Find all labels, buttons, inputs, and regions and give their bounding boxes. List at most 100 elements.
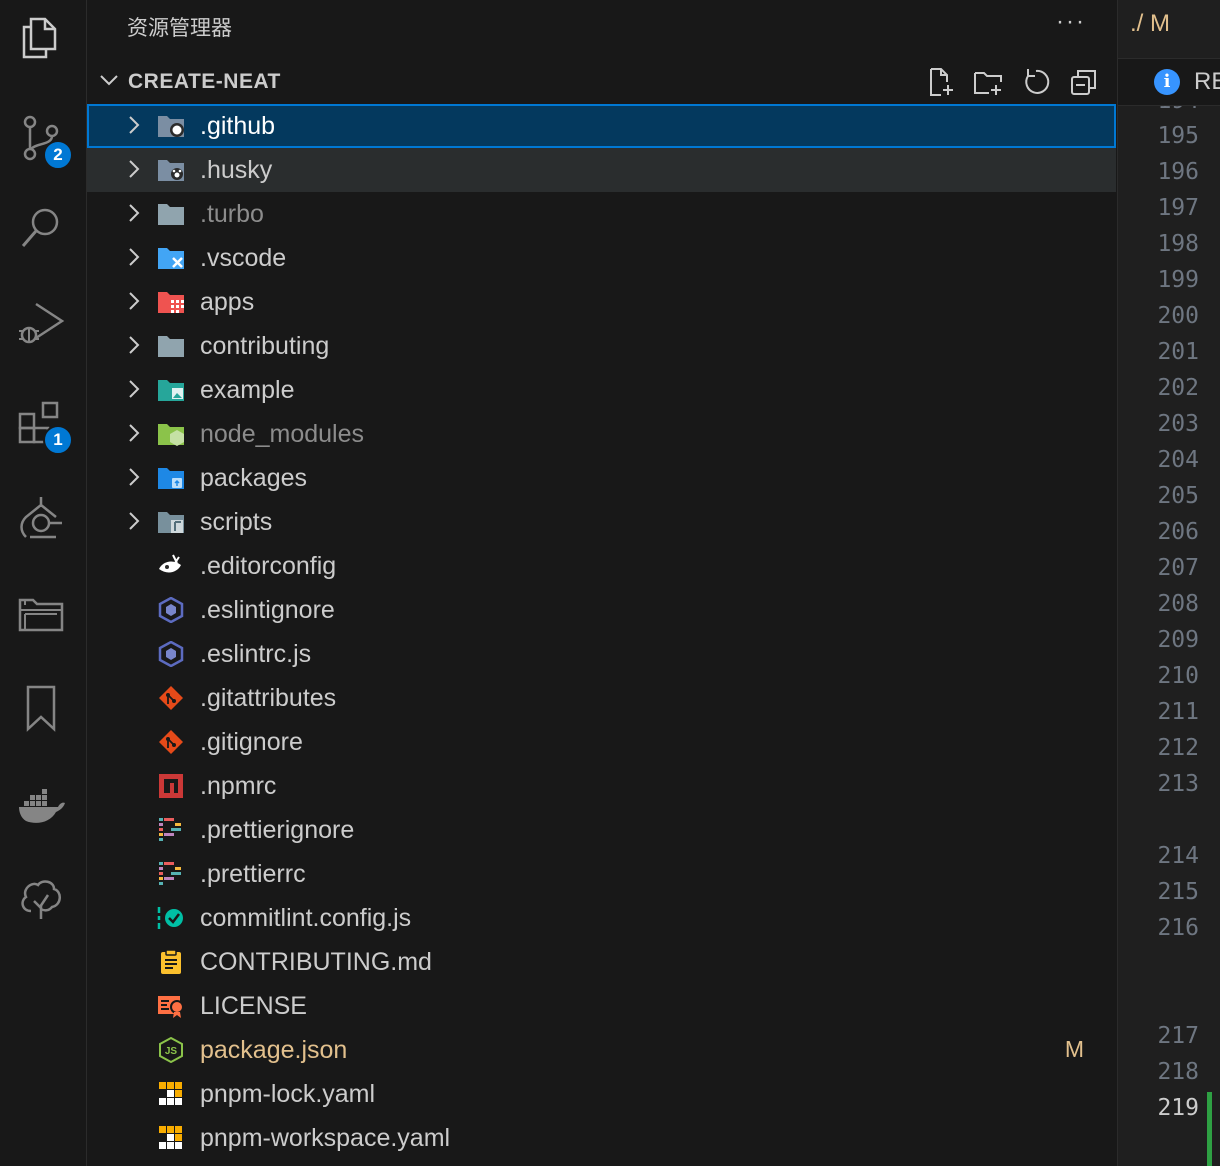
line-number: 202 bbox=[1157, 375, 1199, 401]
tree-folder[interactable]: .turbo bbox=[87, 192, 1116, 236]
tree-icon[interactable] bbox=[13, 872, 69, 928]
tree-folder[interactable]: apps bbox=[87, 280, 1116, 324]
contributing-icon bbox=[157, 949, 185, 975]
tree-item-label: .gitignore bbox=[200, 728, 303, 756]
chevron-right-icon[interactable] bbox=[123, 466, 145, 488]
tree-file[interactable]: .editorconfig bbox=[87, 544, 1116, 588]
source-control-icon[interactable]: 2 bbox=[13, 110, 73, 170]
tree-file[interactable]: pnpm-workspace.yaml bbox=[87, 1116, 1116, 1160]
tree-folder[interactable]: scripts bbox=[87, 500, 1116, 544]
chevron-right-icon[interactable] bbox=[123, 290, 145, 312]
tree-item-label: node_modules bbox=[200, 420, 365, 448]
gitlens-icon[interactable] bbox=[13, 490, 69, 546]
new-file-icon[interactable] bbox=[922, 64, 958, 100]
run-debug-icon[interactable] bbox=[13, 295, 69, 351]
line-number: 196 bbox=[1157, 159, 1199, 185]
tree-file[interactable]: CONTRIBUTING.md bbox=[87, 940, 1116, 984]
new-folder-icon[interactable] bbox=[970, 64, 1006, 100]
line-number: 210 bbox=[1157, 663, 1199, 689]
chevron-right-icon[interactable] bbox=[123, 422, 145, 444]
explorer-sidebar: 资源管理器 ··· CREATE-NEAT .github .husky .turb… bbox=[87, 0, 1116, 1166]
tree-folder[interactable]: contributing bbox=[87, 324, 1116, 368]
tree-item-label: example bbox=[200, 376, 295, 404]
search-icon[interactable] bbox=[13, 200, 69, 256]
line-number: 219 bbox=[1157, 1095, 1199, 1121]
modified-badge: M bbox=[1064, 1036, 1084, 1062]
tree-file[interactable]: .eslintignore bbox=[87, 588, 1116, 632]
chevron-right-icon[interactable] bbox=[123, 158, 145, 180]
tree-file[interactable]: .gitignore bbox=[87, 720, 1116, 764]
chevron-right-icon[interactable] bbox=[123, 378, 145, 400]
line-number: 218 bbox=[1157, 1059, 1199, 1085]
folder-scripts-icon bbox=[157, 509, 185, 535]
chevron-right-icon[interactable] bbox=[123, 202, 145, 224]
prettier-icon bbox=[157, 817, 185, 843]
tree-folder[interactable]: .husky bbox=[87, 148, 1116, 192]
project-manager-icon[interactable] bbox=[13, 585, 69, 641]
tree-folder[interactable]: example bbox=[87, 368, 1116, 412]
editorconfig-icon bbox=[157, 553, 185, 579]
workspace-header[interactable]: CREATE-NEAT bbox=[87, 60, 1116, 104]
docker-icon[interactable] bbox=[13, 778, 69, 834]
tree-item-label: LICENSE bbox=[200, 992, 307, 1020]
tree-folder[interactable]: .github bbox=[87, 104, 1116, 148]
folder-icon bbox=[157, 333, 185, 359]
folder-node-icon bbox=[157, 421, 185, 447]
tree-folder[interactable]: packages bbox=[87, 456, 1116, 500]
tree-folder[interactable]: .vscode bbox=[87, 236, 1116, 280]
tree-file[interactable]: commitlint.config.js bbox=[87, 896, 1116, 940]
tree-file[interactable]: .npmrc bbox=[87, 764, 1116, 808]
line-number: 204 bbox=[1157, 447, 1199, 473]
nodejs-icon: JS bbox=[157, 1036, 185, 1064]
tree-file[interactable]: .prettierrc bbox=[87, 852, 1116, 896]
tree-item-label: contributing bbox=[200, 332, 330, 360]
folder-example-icon bbox=[157, 377, 185, 403]
npm-icon bbox=[157, 773, 185, 799]
line-number: 203 bbox=[1157, 411, 1199, 437]
line-number: 211 bbox=[1157, 699, 1199, 725]
folder-apps-icon bbox=[157, 289, 185, 315]
tree-file[interactable]: .gitattributes bbox=[87, 676, 1116, 720]
chevron-right-icon[interactable] bbox=[123, 114, 145, 136]
tree-item-label: .eslintrc.js bbox=[200, 640, 312, 668]
tree-file[interactable]: .eslintrc.js bbox=[87, 632, 1116, 676]
tree-item-label: scripts bbox=[200, 508, 273, 536]
tree-file[interactable]: LICENSE bbox=[87, 984, 1116, 1028]
more-actions-icon[interactable]: ··· bbox=[1056, 8, 1086, 36]
tree-item-label: CONTRIBUTING.md bbox=[200, 948, 432, 976]
folder-vscode-icon bbox=[157, 245, 185, 271]
tree-item-label: packages bbox=[200, 464, 308, 492]
prettier-icon bbox=[157, 861, 185, 887]
explorer-icon[interactable] bbox=[13, 10, 69, 66]
line-number: 217 bbox=[1157, 1023, 1199, 1049]
editor-tab[interactable]: ./ M bbox=[1130, 10, 1170, 38]
license-icon bbox=[157, 993, 185, 1019]
eslint-icon bbox=[157, 596, 185, 624]
chevron-right-icon[interactable] bbox=[123, 510, 145, 532]
tree-item-label: .prettierrc bbox=[200, 860, 306, 888]
tree-file[interactable]: .prettierignore bbox=[87, 808, 1116, 852]
svg-text:JS: JS bbox=[165, 1046, 178, 1057]
refresh-icon[interactable] bbox=[1018, 64, 1054, 100]
line-number: 216 bbox=[1157, 915, 1199, 941]
commitlint-icon bbox=[157, 905, 185, 931]
tree-file[interactable]: JS package.json M bbox=[87, 1028, 1116, 1072]
extensions-icon[interactable]: 1 bbox=[13, 395, 73, 455]
badge-count: 1 bbox=[43, 425, 73, 455]
folder-packages-icon bbox=[157, 465, 185, 491]
tree-item-label: .editorconfig bbox=[200, 552, 337, 580]
pnpm-icon bbox=[157, 1125, 185, 1151]
line-number: 197 bbox=[1157, 195, 1199, 221]
tree-file[interactable]: pnpm-lock.yaml bbox=[87, 1072, 1116, 1116]
bookmarks-icon[interactable] bbox=[13, 680, 69, 736]
tree-item-label: apps bbox=[200, 288, 255, 316]
tree-item-label: .prettierignore bbox=[200, 816, 355, 844]
tree-item-label: .github bbox=[200, 112, 276, 140]
tree-folder[interactable]: node_modules bbox=[87, 412, 1116, 456]
line-number: 199 bbox=[1157, 267, 1199, 293]
chevron-right-icon[interactable] bbox=[123, 334, 145, 356]
chevron-right-icon[interactable] bbox=[123, 246, 145, 268]
collapse-all-icon[interactable] bbox=[1066, 64, 1102, 100]
tree-item-label: .husky bbox=[200, 156, 273, 184]
folder-icon bbox=[157, 201, 185, 227]
